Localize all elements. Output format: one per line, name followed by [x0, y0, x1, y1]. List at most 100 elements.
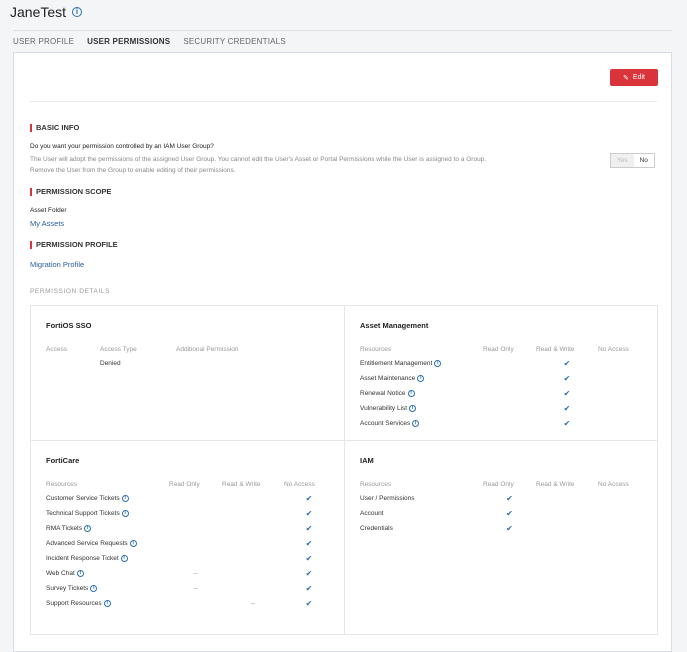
check-icon: ✔ — [305, 524, 313, 533]
info-icon[interactable]: i — [417, 374, 425, 382]
col-header: Read Only — [169, 480, 200, 488]
group-toggle[interactable]: Yes No — [610, 153, 655, 168]
resource-label: User / Permissions — [360, 495, 415, 502]
resource-name: RMA Tickets i — [46, 524, 169, 533]
iam-panel: IAM Resources Read Only Read & Write No Acce… — [360, 456, 660, 536]
yes-option[interactable]: Yes — [611, 154, 634, 167]
info-icon[interactable]: i — [121, 509, 129, 517]
permission-cell — [169, 495, 222, 502]
col-header: No Access — [598, 345, 629, 353]
permission-cell: -- — [222, 600, 284, 607]
permissions-card: ✎ Edit BASIC INFO Do you want your permis… — [13, 52, 672, 652]
info-icon[interactable]: i — [72, 7, 83, 17]
resource-name: Web Chat i — [46, 569, 169, 577]
permission-details-label: PERMISSION DETAILS — [30, 288, 111, 295]
resource-label: Credentials — [360, 525, 393, 532]
forticare-panel: FortiCare Resources Read Only Read & Write N… — [46, 456, 346, 611]
check-icon: ✔ — [563, 389, 571, 398]
resource-name: User / Permissions — [360, 495, 483, 502]
divider — [31, 440, 657, 441]
permission-cell: ✔ — [284, 539, 334, 548]
permission-cell: ✔ — [536, 389, 598, 398]
permission-cell: ✔ — [284, 524, 334, 533]
permission-cell — [598, 405, 648, 412]
permission-profile-link[interactable]: Migration Profile — [30, 260, 84, 269]
resource-name: Vulnerability List i — [360, 404, 483, 412]
resource-name: Customer Service Tickets i — [46, 494, 169, 503]
table-row: Renewal Notice i ✔ — [360, 386, 660, 401]
permission-cell — [598, 495, 648, 502]
edit-button[interactable]: ✎ Edit — [610, 69, 658, 86]
check-icon: ✔ — [305, 584, 313, 593]
permission-scope-heading: PERMISSION SCOPE — [30, 188, 111, 196]
check-icon: ✔ — [305, 554, 313, 563]
asset-folder-link[interactable]: My Assets — [30, 219, 64, 228]
table-row: Incident Response Ticket i ✔ — [46, 551, 346, 566]
info-icon[interactable]: i — [409, 404, 417, 412]
permission-cell: ✔ — [284, 569, 334, 578]
page-title: JaneTest i — [10, 4, 83, 20]
info-icon[interactable]: i — [121, 494, 129, 502]
resource-label: Customer Service Tickets — [46, 495, 120, 503]
permission-cell — [483, 390, 536, 397]
permission-cell — [483, 420, 536, 427]
resource-label: RMA Tickets — [46, 525, 83, 533]
dash: -- — [193, 585, 198, 592]
resource-name: Renewal Notice i — [360, 389, 483, 397]
table-row: Asset Maintenance i ✔ — [360, 371, 660, 386]
dash: -- — [250, 600, 256, 607]
check-icon: ✔ — [506, 509, 513, 518]
permission-cell — [598, 375, 648, 382]
resource-label: Account — [360, 510, 384, 517]
permission-cell: ✔ — [284, 509, 334, 518]
permission-cell: ✔ — [284, 494, 334, 503]
resource-name: Advanced Service Requests i — [46, 539, 169, 548]
info-icon[interactable]: i — [412, 419, 420, 427]
resource-label: Advanced Service Requests — [46, 540, 128, 548]
check-icon: ✔ — [563, 419, 571, 428]
permission-cell — [483, 405, 536, 412]
info-icon[interactable]: i — [84, 524, 92, 532]
table-row: Credentials ✔ — [360, 521, 660, 536]
permission-cell: -- — [169, 570, 222, 577]
info-icon[interactable]: i — [120, 554, 128, 562]
permission-cell — [598, 525, 648, 532]
table-row: User / Permissions ✔ — [360, 491, 660, 506]
info-icon[interactable]: i — [129, 539, 137, 547]
info-icon[interactable]: i — [90, 584, 98, 592]
info-icon[interactable]: i — [76, 569, 84, 577]
check-icon: ✔ — [305, 509, 313, 518]
check-icon: ✔ — [305, 494, 313, 503]
info-icon[interactable]: i — [103, 599, 111, 607]
resource-label: Support Resources — [46, 600, 102, 608]
permission-cell: ✔ — [483, 494, 536, 503]
group-description: The User will adopt the permissions of t… — [30, 156, 487, 163]
permission-cell: ✔ — [284, 554, 334, 563]
table-row: RMA Tickets i ✔ — [46, 521, 346, 536]
check-icon: ✔ — [563, 359, 571, 368]
col-header: No Access — [284, 480, 315, 488]
no-option[interactable]: No — [634, 154, 654, 167]
col-header: Read & Write — [222, 480, 261, 488]
group-description-2: Remove the User from the Group to enable… — [30, 167, 236, 174]
permission-cell — [169, 510, 222, 517]
asset-management-panel: Asset Management Resources Read Only Read &… — [360, 321, 660, 431]
resource-name: Support Resources i — [46, 599, 169, 608]
permission-cell: ✔ — [284, 599, 334, 608]
resource-label: Asset Maintenance — [360, 375, 416, 383]
permission-cell — [169, 600, 222, 607]
group-question: Do you want your permission controlled b… — [30, 143, 214, 150]
table-row: Customer Service Tickets i ✔ — [46, 491, 346, 506]
panel-title: IAM — [360, 456, 374, 465]
permission-cell — [536, 495, 598, 502]
panel-title: Asset Management — [360, 321, 429, 330]
permission-cell: ✔ — [536, 359, 598, 368]
panel-title: FortiOS SSO — [46, 321, 92, 330]
permission-cell — [169, 540, 222, 547]
permission-cell — [598, 510, 648, 517]
resource-label: Entitlement Management — [360, 360, 433, 368]
permission-cell — [222, 555, 284, 562]
info-icon[interactable]: i — [407, 389, 415, 397]
info-icon[interactable]: i — [434, 359, 442, 367]
permission-cell — [536, 525, 598, 532]
